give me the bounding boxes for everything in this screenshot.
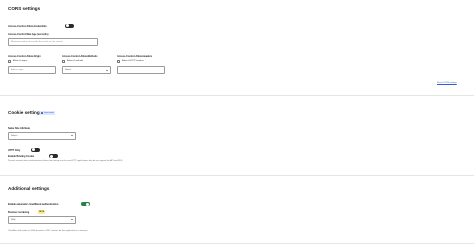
chevron-down-icon [71, 135, 73, 136]
max-age-label: Access-Control-Max-Age (seconds) [8, 32, 49, 36]
cors-section-title: CORS settings [8, 6, 41, 11]
http-only-toggle[interactable] [31, 147, 40, 152]
checkbox-box[interactable] [117, 59, 120, 63]
toggle-knob [65, 24, 69, 28]
info-icon [41, 111, 44, 114]
auto-auth-label: Enable automatic cloudflared authenticat… [8, 203, 59, 206]
allow-origin-label: Access-Control-Allow-Origin [8, 54, 41, 58]
samesite-select-value: Select... [11, 134, 19, 137]
headers-input[interactable] [117, 66, 165, 74]
allow-all-origins-text: Allow all origins [13, 60, 28, 62]
allow-credentials-toggle[interactable] [65, 23, 74, 28]
browser-rendering-select[interactable]: SSH [8, 215, 76, 224]
methods-select-value: Select... [65, 69, 73, 71]
origin-input[interactable]: Add an origin [8, 66, 56, 74]
checkbox-box[interactable] [62, 59, 65, 63]
allow-all-headers-text: Allow all HTTP headers [122, 60, 144, 62]
toggle-knob [86, 202, 90, 206]
browser-rendering-value: SSH [11, 218, 16, 221]
binding-cookie-hint: Prevent session token authentication tok… [8, 160, 123, 162]
allow-credentials-label: Access-Control-Allow-Credentials [8, 24, 47, 28]
checkbox-box[interactable] [8, 59, 11, 63]
auto-auth-toggle[interactable] [81, 202, 90, 207]
allow-headers-label: Access-Control-Allow-Headers [117, 54, 153, 58]
http-only-label: HTTP Only [8, 148, 21, 152]
max-age-input[interactable]: Maximum number of seconds the results ca… [8, 37, 98, 46]
chevron-down-icon [106, 69, 108, 71]
beta-badge-text: BETA [39, 210, 45, 213]
additional-section-title: Additional settings [8, 186, 50, 191]
binding-cookie-label: Enable Binding Cookie [8, 155, 35, 158]
learn-more-badge[interactable]: Learn more [40, 111, 55, 115]
beta-badge: BETA [38, 210, 46, 214]
section-divider [0, 175, 474, 176]
binding-cookie-toggle[interactable] [49, 154, 58, 159]
learn-more-text: Learn more [43, 111, 54, 114]
samesite-label: Same Site Attribute [8, 127, 30, 130]
browser-rendering-hint: Cloudflare will render an SSH terminal o… [8, 230, 88, 232]
samesite-select[interactable]: Select... [8, 131, 76, 140]
allow-all-methods-checkbox[interactable]: Allow all methods [62, 59, 84, 63]
allow-methods-label: Access-Control-Allow-Methods [62, 54, 98, 58]
reset-cors-link[interactable]: Reset CORS settings [437, 82, 457, 84]
allow-all-origins-checkbox[interactable]: Allow all origins [8, 59, 28, 63]
methods-select[interactable]: Select... [62, 66, 111, 74]
browser-rendering-label: Browser rendering [8, 211, 30, 214]
section-divider [0, 95, 474, 96]
cookie-section-title: Cookie settings [8, 110, 43, 115]
chevron-down-icon [71, 219, 73, 220]
section-divider [0, 243, 474, 244]
toggle-knob [49, 154, 53, 158]
allow-all-headers-checkbox[interactable]: Allow all HTTP headers [117, 59, 144, 63]
toggle-knob [31, 148, 35, 152]
allow-all-methods-text: Allow all methods [67, 60, 84, 62]
